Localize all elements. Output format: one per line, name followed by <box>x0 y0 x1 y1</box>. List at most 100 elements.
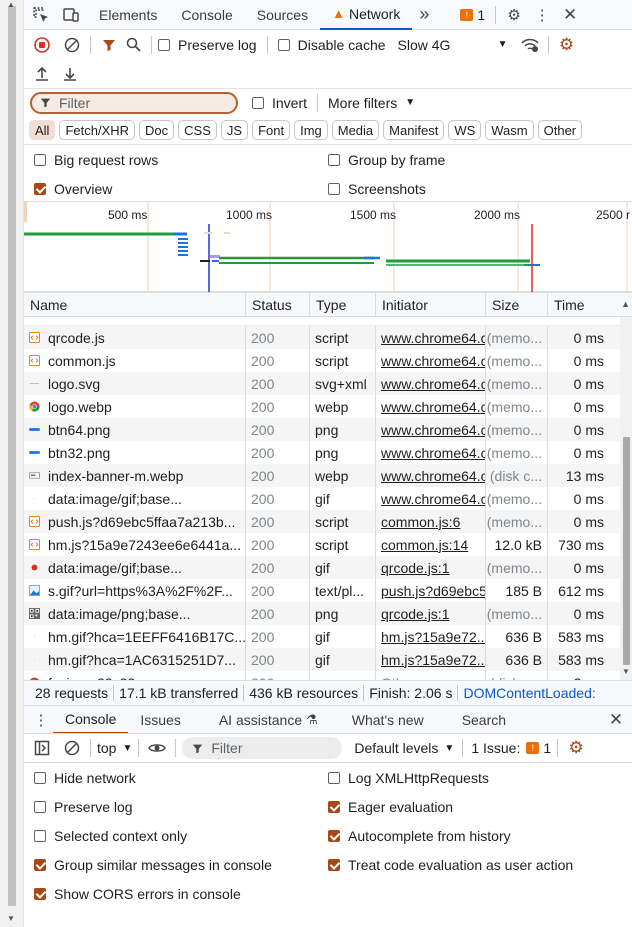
table-scrollbar-thumb[interactable] <box>623 437 630 665</box>
request-initiator[interactable]: qrcode.js:1 <box>376 556 486 579</box>
request-row[interactable]: btn64.png 200 png www.chrome64.c (memo... 0 m… <box>24 418 632 441</box>
drawer-menu-icon[interactable]: ⋮ <box>29 708 53 732</box>
request-initiator-value[interactable]: www.chrome64.c <box>381 330 485 346</box>
request-initiator[interactable]: qrcode.js:1 <box>376 602 486 625</box>
request-row[interactable]: btn32.png 200 png www.chrome64.c (memo... 0 m… <box>24 441 632 464</box>
drawer-tab-console[interactable]: Console <box>53 706 129 734</box>
disable-cache-box[interactable] <box>277 38 290 51</box>
type-chip-wasm[interactable]: Wasm <box>485 120 534 140</box>
treat-eval-box[interactable] <box>328 858 340 871</box>
request-row[interactable]: data:image/png;base... 200 png qrcode.js:1 (… <box>24 602 632 625</box>
request-initiator-value[interactable]: www.chrome64.c <box>381 445 485 461</box>
request-initiator[interactable]: www.chrome64.c <box>376 441 486 464</box>
preserve-log-checkbox[interactable]: Preserve log <box>158 37 257 53</box>
more-filters-dropdown[interactable]: More filters ▼ <box>328 95 415 111</box>
log-xhr-box[interactable] <box>328 771 340 784</box>
tab-sources[interactable]: Sources <box>245 0 320 30</box>
request-name-cell[interactable]: data:image/gif;base... <box>24 556 246 579</box>
request-row[interactable]: logo.svg 200 svg+xml www.chrome64.c (memo...… <box>24 372 632 395</box>
big-request-rows-checkbox[interactable]: Big request rows <box>24 152 328 168</box>
column-name[interactable]: Name <box>24 292 246 317</box>
request-initiator[interactable]: www.chrome64.c <box>376 418 486 441</box>
request-initiator[interactable]: common.js:6 <box>376 510 486 533</box>
console-issues-counter[interactable]: 1 Issue: ! 1 <box>471 740 551 756</box>
autocomplete-checkbox[interactable]: Autocomplete from history <box>328 828 511 844</box>
column-size[interactable]: Size <box>486 292 548 317</box>
request-initiator[interactable]: hm.js?15a9e72... <box>376 648 486 671</box>
column-status[interactable]: Status <box>246 292 310 317</box>
request-initiator-value[interactable]: www.chrome64.c <box>381 422 485 438</box>
console-preserve-log-box[interactable] <box>34 800 46 813</box>
kebab-menu-icon[interactable]: ⋮ <box>530 3 554 27</box>
tab-console[interactable]: Console <box>169 0 244 30</box>
type-chip-media[interactable]: Media <box>331 120 380 140</box>
drawer-tab-ai[interactable]: AI assistance ⚗ <box>207 706 330 734</box>
request-row[interactable]: data:image/gif;base... 200 gif qrcode.js:1 (… <box>24 556 632 579</box>
request-name-cell[interactable]: qrcode.js <box>24 326 246 349</box>
drawer-tab-search[interactable]: Search <box>450 706 518 734</box>
filter-input[interactable]: Filter <box>30 91 238 114</box>
cors-errors-checkbox[interactable]: Show CORS errors in console <box>24 886 328 902</box>
hide-network-checkbox[interactable]: Hide network <box>24 770 328 786</box>
request-initiator-value[interactable]: common.js:14 <box>381 537 468 553</box>
request-initiator-value[interactable]: www.chrome64.c <box>381 353 485 369</box>
type-chip-img[interactable]: Img <box>294 120 328 140</box>
inspect-element-icon[interactable] <box>29 3 53 27</box>
throttling-select[interactable]: Slow 4G ▼ <box>398 37 508 53</box>
context-selector[interactable]: top ▼ <box>97 740 132 756</box>
request-initiator[interactable]: www.chrome64.c <box>376 487 486 510</box>
request-initiator-value[interactable]: www.chrome64.c <box>381 399 485 415</box>
request-initiator[interactable]: www.chrome64.c <box>376 349 486 372</box>
request-initiator-value[interactable]: www.chrome64.c <box>381 376 485 392</box>
request-row[interactable]: push.js?d69ebc5ffaa7a213b... 200 script com… <box>24 510 632 533</box>
drawer-tab-whats-new[interactable]: What's new <box>340 706 436 734</box>
filter-funnel-icon[interactable] <box>97 33 121 57</box>
group-similar-box[interactable] <box>34 858 46 871</box>
request-row[interactable]: hm.gif?hca=1EEFF6416B17C... 200 gif hm.js?1… <box>24 625 632 648</box>
big-request-rows-box[interactable] <box>34 153 46 166</box>
request-initiator[interactable]: hm.js?15a9e72... <box>376 625 486 648</box>
request-name-cell[interactable]: logo.webp <box>24 395 246 418</box>
request-name-cell[interactable]: favicon-32x32.png <box>24 671 246 680</box>
request-row[interactable]: hm.js?15a9e7243ee6e6441a... 200 script comm… <box>24 533 632 556</box>
request-initiator-value[interactable]: qrcode.js:1 <box>381 560 449 576</box>
live-expression-eye-icon[interactable] <box>145 736 169 760</box>
request-row[interactable]: hm.gif?hca=1AC6315251D7... 200 gif hm.js?15… <box>24 648 632 671</box>
issues-counter[interactable]: ! 1 <box>460 7 485 23</box>
log-levels-dropdown[interactable]: Default levels ▼ <box>354 740 454 756</box>
request-name-cell[interactable]: common.js <box>24 349 246 372</box>
clear-console-icon[interactable] <box>60 736 84 760</box>
sidebar-toggle-icon[interactable] <box>30 736 54 760</box>
type-chip-doc[interactable]: Doc <box>139 120 175 140</box>
request-name-cell[interactable]: hm.gif?hca=1EEFF6416B17C... <box>24 625 246 648</box>
request-name-cell[interactable]: data:image/gif;base... <box>24 487 246 510</box>
page-scrollbar[interactable]: ▲ ▼ <box>0 0 24 927</box>
cors-errors-box[interactable] <box>34 887 46 900</box>
console-filter-input[interactable]: Filter <box>182 737 343 759</box>
group-by-frame-checkbox[interactable]: Group by frame <box>328 152 445 168</box>
preserve-log-box[interactable] <box>158 38 170 51</box>
invert-box[interactable] <box>252 96 264 109</box>
clear-icon[interactable] <box>60 33 84 57</box>
request-row[interactable]: common.js 200 script www.chrome64.c (memo...… <box>24 349 632 372</box>
scroll-up-arrow-icon[interactable]: ▲ <box>7 0 15 9</box>
record-stop-icon[interactable] <box>30 33 54 57</box>
request-initiator[interactable]: common.js:14 <box>376 533 486 556</box>
request-row[interactable]: data:image/gif;base... 200 gif www.chrome64… <box>24 487 632 510</box>
request-initiator-value[interactable]: www.chrome64.c <box>381 491 485 507</box>
selected-context-box[interactable] <box>34 829 46 842</box>
tab-elements[interactable]: Elements <box>87 0 169 30</box>
type-chip-ws[interactable]: WS <box>448 120 482 140</box>
request-initiator-value[interactable]: hm.js?15a9e72... <box>381 652 485 668</box>
device-toolbar-icon[interactable] <box>59 3 83 27</box>
table-scrollbar[interactable]: ▼ <box>620 317 632 680</box>
group-by-frame-box[interactable] <box>328 153 340 166</box>
type-chip-manifest[interactable]: Manifest <box>383 120 445 140</box>
scroll-down-arrow-icon[interactable]: ▼ <box>7 914 15 923</box>
table-scroll-up-icon[interactable]: ▲ <box>621 299 630 309</box>
column-initiator[interactable]: Initiator <box>376 292 486 317</box>
network-conditions-icon[interactable] <box>518 33 542 57</box>
request-name-cell[interactable]: hm.gif?hca=1AC6315251D7... <box>24 648 246 671</box>
request-initiator[interactable]: www.chrome64.c <box>376 372 486 395</box>
request-name-cell[interactable]: data:image/png;base... <box>24 602 246 625</box>
